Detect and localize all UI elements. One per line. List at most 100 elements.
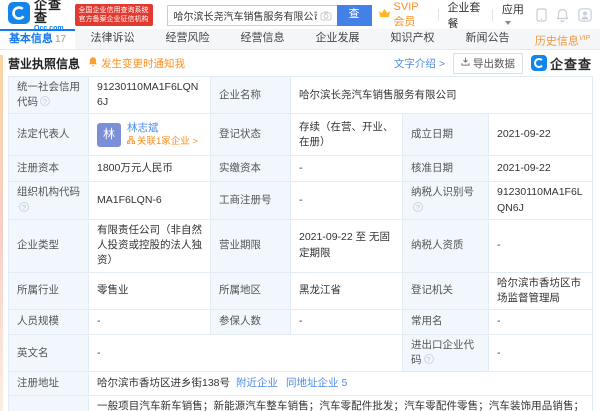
industry-value: 零售业 — [88, 271, 211, 310]
status-value: 存续（在营、开业、在册） — [290, 113, 403, 157]
tab-basic-info[interactable]: 基本信息 17 — [0, 29, 75, 49]
table-row: 组织机构代码 MA1F6LQN-6 工商注册号 - 纳税人识别号 9123011… — [8, 181, 594, 220]
staff-size-value: - — [88, 308, 211, 335]
taxpayer-id-label: 纳税人识别号 — [402, 181, 489, 220]
term-value: 2021-09-22 至 无固定期限 — [290, 218, 403, 273]
same-address-companies-link[interactable]: 同地址企业 5 — [286, 377, 347, 389]
establish-date-label: 成立日期 — [402, 113, 489, 157]
taxpayer-quality-value: - — [487, 218, 594, 273]
table-row: 法定代表人 林 林志斌 关联1家企业 > 登记状态 存续（在营、开业、在册） 成… — [8, 113, 594, 157]
paid-capital-label: 实缴资本 — [210, 155, 291, 183]
mobile-app-icon[interactable] — [536, 8, 547, 22]
english-name-value: - — [88, 333, 403, 373]
common-name-label: 常用名 — [402, 308, 489, 335]
download-icon — [461, 57, 470, 69]
crown-icon — [378, 8, 391, 22]
company-name-label: 企业名称 — [210, 75, 291, 115]
text-intro-link[interactable]: 文字介绍 > — [394, 56, 445, 71]
approval-date-value: 2021-09-22 — [487, 155, 594, 183]
table-row: 统一社会信用代码 91230110MA1F6LQN6J 企业名称 哈尔滨长尧汽车… — [8, 75, 594, 115]
import-export-label: 进出口企业代码 — [402, 333, 489, 373]
svip-menu-item[interactable]: SVIP会员 — [378, 1, 429, 29]
site-header: 企查查 Qcc.com 全国企业信用查询系统 官方备案企业征信机构 查一下 SV… — [0, 0, 600, 52]
search-input[interactable] — [166, 4, 337, 26]
credit-code-label: 统一社会信用代码 — [8, 75, 89, 115]
insured-value: - — [290, 308, 403, 335]
legal-rep-avatar[interactable]: 林 — [97, 122, 121, 147]
qcc-watermark-logo: 企查查 — [530, 54, 592, 73]
reg-capital-value: 1800万元人民币 — [88, 155, 211, 183]
left-edge-decoration — [0, 55, 3, 411]
business-license-table: 统一社会信用代码 91230110MA1F6LQN6J 企业名称 哈尔滨长尧汽车… — [8, 75, 594, 411]
insured-label: 参保人数 — [210, 308, 291, 335]
legal-rep-name-link[interactable]: 林志斌 — [127, 121, 198, 135]
gov-badge: 全国企业信用查询系统 官方备案企业征信机构 — [74, 3, 153, 27]
term-label: 营业期限 — [210, 218, 291, 273]
taxpayer-id-value: 91230110MA1F6LQN6J — [487, 181, 594, 220]
authority-label: 登记机关 — [402, 271, 489, 310]
related-companies-link[interactable]: 关联1家企业 > — [127, 135, 198, 149]
help-icon — [40, 96, 50, 107]
table-row: 经营范围 一般项目汽车新车销售；新能源汽车整车销售；汽车零配件批发；汽车零配件零… — [8, 395, 594, 411]
help-icon — [413, 201, 423, 212]
change-notify-button[interactable]: 发生变更时通知我 — [88, 56, 185, 71]
tab-history-info[interactable]: 历史信息VIP — [525, 29, 600, 49]
qcc-logo-icon — [8, 1, 30, 29]
common-name-value: - — [487, 308, 594, 335]
search-bar: 查一下 — [166, 4, 372, 52]
help-icon — [19, 201, 29, 212]
reg-capital-label: 注册资本 — [8, 155, 89, 183]
nearby-companies-link[interactable]: 附近企业 — [236, 377, 278, 389]
qcc-logo[interactable]: 企查查 Qcc.com — [8, 0, 69, 32]
apps-menu-item[interactable]: 应用 — [502, 1, 527, 29]
company-type-value: 有限责任公司（非自然人投资或控股的法人独资） — [88, 218, 211, 273]
import-export-value: - — [487, 333, 594, 373]
vip-badge: VIP — [578, 35, 591, 42]
company-type-label: 企业类型 — [8, 218, 89, 273]
biz-reg-no-label: 工商注册号 — [210, 181, 291, 220]
top-menu: SVIP会员 企业套餐 应用 — [378, 0, 592, 31]
tab-news[interactable]: 新闻公告 — [450, 29, 525, 49]
help-icon — [423, 354, 434, 365]
business-scope-value: 一般项目汽车新车销售；新能源汽车整车销售；汽车零配件批发；汽车零配件零售；汽车装… — [87, 395, 594, 411]
region-label: 所属地区 — [210, 271, 291, 310]
table-row: 英文名 - 进出口企业代码 - — [8, 333, 594, 373]
paid-capital-value: - — [290, 155, 403, 183]
chevron-down-icon — [504, 21, 511, 26]
approval-date-label: 核准日期 — [402, 155, 489, 183]
tab-operation-risk[interactable]: 经营风险 — [150, 29, 225, 49]
org-code-value: MA1F6LQN-6 — [88, 181, 211, 220]
package-menu-item[interactable]: 企业套餐 — [447, 0, 483, 31]
table-row: 人员规模 - 参保人数 - 常用名 - — [8, 308, 594, 335]
notification-bell-icon[interactable] — [556, 8, 569, 22]
tab-legal-litigation[interactable]: 法律诉讼 — [75, 29, 150, 49]
address-label: 注册地址 — [8, 371, 89, 397]
tab-operation-info[interactable]: 经营信息 — [225, 29, 300, 49]
business-scope-label: 经营范围 — [8, 395, 89, 411]
section-title: 营业执照信息 — [8, 56, 81, 71]
table-row: 注册地址 哈尔滨市香坊区进乡街138号 附近企业 同地址企业 5 — [8, 371, 594, 397]
address-value: 哈尔滨市香坊区进乡街138号 附近企业 同地址企业 5 — [87, 371, 594, 397]
taxpayer-quality-label: 纳税人资质 — [402, 218, 489, 273]
bell-icon — [88, 56, 98, 70]
status-label: 登记状态 — [210, 113, 291, 157]
section-header: 营业执照信息 发生变更时通知我 文字介绍 > 导出数据 企查查 — [0, 50, 600, 76]
tab-intellectual-property[interactable]: 知识产权 — [375, 29, 450, 49]
brand-name: 企查查 — [34, 0, 63, 25]
export-data-button[interactable]: 导出数据 — [452, 52, 523, 74]
user-avatar-icon[interactable] — [578, 8, 592, 22]
table-row: 注册资本 1800万元人民币 实缴资本 - 核准日期 2021-09-22 — [8, 155, 594, 183]
table-row: 企业类型 有限责任公司（非自然人投资或控股的法人独资） 营业期限 2021-09… — [8, 218, 594, 273]
establish-date-value: 2021-09-22 — [487, 113, 594, 157]
tab-bar: 基本信息 17 法律诉讼 经营风险 经营信息 企业发展 知识产权 新闻公告 历史信… — [0, 29, 600, 50]
industry-label: 所属行业 — [8, 271, 89, 310]
search-button[interactable]: 查一下 — [336, 4, 372, 52]
divider — [437, 9, 439, 21]
table-row: 所属行业 零售业 所属地区 黑龙江省 登记机关 哈尔滨市香坊区市场监督管理局 — [8, 271, 594, 310]
authority-value: 哈尔滨市香坊区市场监督管理局 — [487, 271, 594, 310]
org-code-label: 组织机构代码 — [8, 181, 89, 220]
camera-icon[interactable] — [320, 9, 332, 27]
legal-rep-label: 法定代表人 — [8, 113, 89, 157]
tab-company-development[interactable]: 企业发展 — [300, 29, 375, 49]
biz-reg-no-value: - — [290, 181, 403, 220]
